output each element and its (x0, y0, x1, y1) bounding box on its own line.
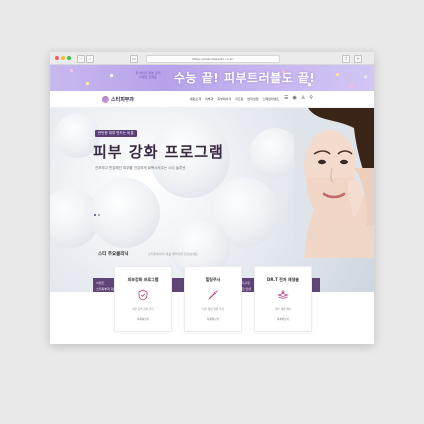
lock-icon[interactable]: ♙ (301, 95, 305, 101)
logo-icon[interactable] (102, 96, 109, 103)
logo[interactable]: 스티피부과 (111, 96, 134, 103)
banner-small-text: 올 하반기 피부 관리 이벤트 진행중 (135, 71, 161, 79)
maximize-window-icon[interactable] (67, 56, 71, 60)
service-more-link[interactable]: 자세히보기 (115, 317, 171, 321)
address-bar[interactable]: https://www.stiplastic.co.kr/ (146, 55, 280, 63)
service-more-link[interactable]: 자세히보기 (185, 317, 241, 321)
service-desc: 피부 재생 케어 (275, 308, 291, 311)
nav-item-lifting[interactable]: 리프팅 (235, 97, 243, 101)
service-title: DR.T 전처 재생술 (267, 277, 299, 282)
back-icon[interactable]: ‹ (77, 55, 85, 63)
hero-title: 피부 강화 프로그램 (93, 143, 224, 161)
forward-icon[interactable]: › (86, 55, 94, 63)
nav-item-laser[interactable]: 피부레이저 (217, 97, 231, 101)
service-card[interactable]: 힐링주사 피부 재생 영양 주사 자세히보기 (184, 266, 242, 332)
search-icon[interactable]: ⚲ (309, 95, 313, 101)
nav-menu: 병원소개 피부과 피부레이저 리프팅 쁘띠성형 스페셜이벤트 (190, 97, 279, 101)
slide-dot[interactable] (94, 214, 96, 216)
nav-icons: ☰ ◉ ♙ ⚲ (284, 95, 313, 101)
shield-icon (138, 289, 148, 301)
service-desc: 피부 장벽 강화 관리 (132, 308, 154, 311)
slider-dots (94, 214, 100, 216)
close-window-icon[interactable] (55, 56, 59, 60)
hero-section: 탄탄한 피부 만드는 비결 피부 강화 프로그램 건조하고 민감해진 피부를 건… (50, 108, 374, 292)
hero-subtitle: 건조하고 민감해진 피부를 건강하게 회복시켜주는 스티 솔루션 (95, 166, 186, 170)
service-card[interactable]: 피부강화 프로그램 피부 장벽 강화 관리 자세히보기 (114, 266, 172, 332)
event-card-title: 이벤트 (96, 281, 105, 285)
browser-titlebar: ‹ › ▭ https://www.stiplastic.co.kr/ ↑ + (50, 52, 374, 65)
service-title: 피부강화 프로그램 (127, 277, 159, 282)
promo-banner[interactable]: 올 하반기 피부 관리 이벤트 진행중 수능 끝! 피부트러블도 끝! ✕ (50, 65, 374, 91)
close-icon[interactable]: ✕ (363, 74, 368, 81)
nav-item-dermatology[interactable]: 피부과 (205, 97, 213, 101)
minimize-window-icon[interactable] (61, 56, 65, 60)
layers-icon (277, 290, 289, 299)
sidebar-icon[interactable]: ▭ (130, 55, 138, 63)
syringe-icon (208, 290, 218, 300)
service-desc: 피부 재생 영양 주사 (202, 308, 224, 311)
service-more-link[interactable]: 자세히보기 (255, 317, 311, 321)
section-title: 스티 주요클리닉 (98, 252, 129, 257)
nav-item-petit[interactable]: 쁘띠성형 (247, 97, 258, 101)
main-nav: 스티피부과 병원소개 피부과 피부레이저 리프팅 쁘띠성형 스페셜이벤트 ☰ ◉… (50, 91, 374, 108)
hero-badge: 탄탄한 피부 만드는 비결 (95, 130, 137, 137)
menu-icon[interactable]: ☰ (284, 95, 288, 101)
nav-item-event[interactable]: 스페셜이벤트 (262, 97, 279, 101)
service-card[interactable]: DR.T 전처 재생술 피부 재생 케어 자세히보기 (254, 266, 312, 332)
nav-item-about[interactable]: 병원소개 (190, 97, 201, 101)
service-title: 힐링주사 (205, 277, 221, 282)
section-subtitle: 스티피부과의 대표 클리닉을 만나보세요 (148, 252, 198, 256)
new-tab-icon[interactable]: + (354, 55, 362, 63)
share-icon[interactable]: ↑ (342, 55, 350, 63)
model-image (294, 108, 374, 258)
slide-dot[interactable] (98, 214, 100, 216)
user-icon[interactable]: ◉ (292, 95, 296, 101)
browser-window: ‹ › ▭ https://www.stiplastic.co.kr/ ↑ + … (50, 52, 374, 344)
banner-title: 수능 끝! 피부트러블도 끝! (174, 71, 316, 85)
